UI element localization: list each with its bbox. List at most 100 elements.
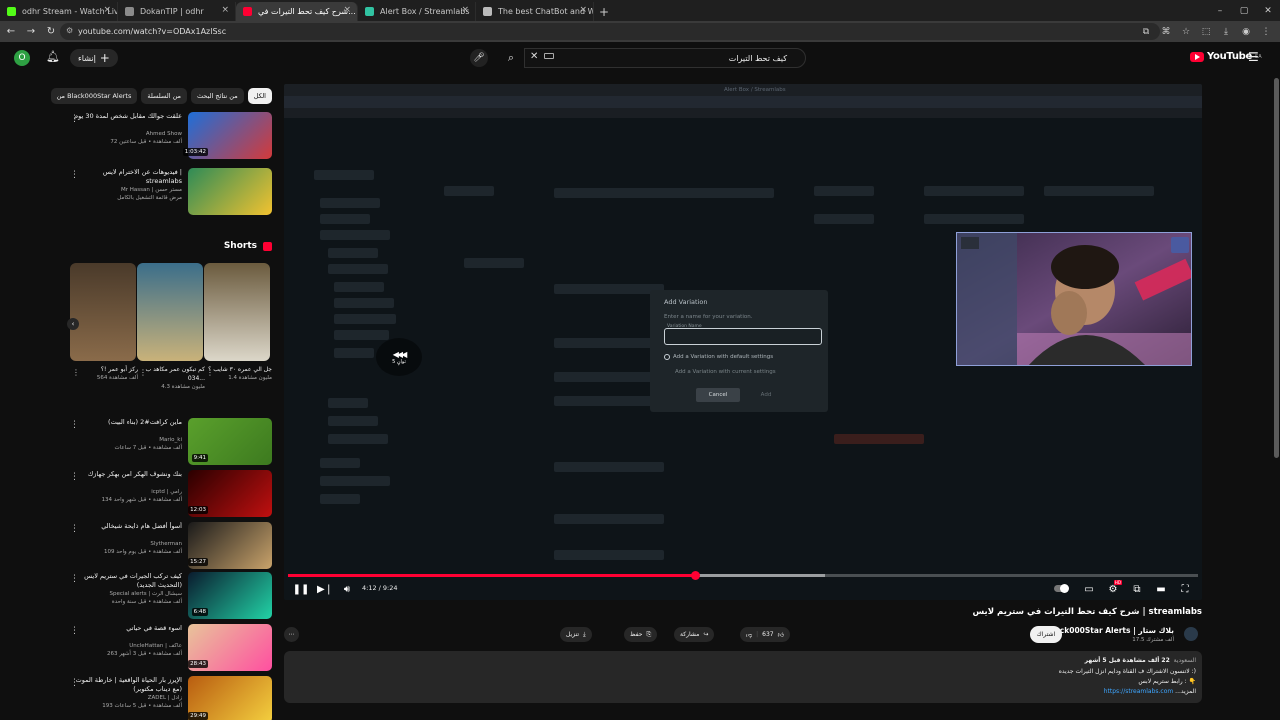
- downloads-icon[interactable]: ⤓: [1218, 23, 1234, 40]
- description-box[interactable]: السعودية 22 ألف مشاهدة قبل 5 أشهر لاتنسو…: [284, 651, 1202, 703]
- guide-menu-icon[interactable]: ☰: [1248, 50, 1259, 64]
- filter-chip[interactable]: من نتائج البحث: [191, 88, 244, 104]
- recommended-video[interactable]: 15:27 أسوأ أفضل هام ذايحة شيخالي Slytherma…: [70, 522, 272, 570]
- tab-close-icon[interactable]: ×: [461, 5, 469, 15]
- settings-gear-icon[interactable]: ⚙ HD: [1106, 580, 1122, 596]
- short-thumbnail[interactable]: [137, 263, 203, 361]
- channel-name[interactable]: Mario_ki: [74, 436, 182, 444]
- tab-close-icon[interactable]: ×: [221, 5, 229, 15]
- channel-name[interactable]: Slytherman: [74, 540, 182, 548]
- video-title[interactable]: بنك ونشوف الهكر امن بهكر جهازك: [74, 470, 182, 479]
- short-thumbnail[interactable]: [70, 263, 136, 361]
- next-icon[interactable]: ▶❘: [317, 582, 333, 596]
- video-title[interactable]: كيف تركب الجيرات في ستريم لايس (التحديث …: [74, 572, 182, 590]
- video-player[interactable]: Alert Box / Streamlabs Add Variation Ent…: [284, 84, 1202, 600]
- menu-dots-icon[interactable]: ⋮: [1258, 23, 1274, 40]
- dislike-icon[interactable]: 👎︎: [746, 631, 752, 639]
- share-button[interactable]: مشاركة ↪: [674, 627, 715, 642]
- notifications-bell-icon[interactable]: 🔔︎: [46, 50, 60, 63]
- video-title[interactable]: علقت جوالك مقابل شخص لمدة 30 يوم: [74, 112, 182, 121]
- maximize-icon[interactable]: ▢: [1232, 0, 1256, 21]
- subscribe-button[interactable]: اشتراك: [1030, 626, 1062, 643]
- more-options-icon[interactable]: ⋮: [139, 368, 147, 377]
- more-options-icon[interactable]: ⋮: [70, 678, 79, 688]
- filter-chip[interactable]: الكل: [247, 88, 272, 104]
- video-title[interactable]: فيديوهات عن الاخترام لايس | streamlabs: [74, 168, 182, 186]
- more-options-icon[interactable]: ⋮: [70, 626, 79, 636]
- channel-name[interactable]: UncleHattan | عاكف: [74, 642, 182, 650]
- more-options-icon[interactable]: ⋮: [70, 472, 79, 482]
- close-window-icon[interactable]: ✕: [1256, 0, 1280, 21]
- site-info-icon[interactable]: ⚙: [66, 26, 73, 35]
- browser-tab[interactable]: Alert Box / Streamlabs ×: [358, 2, 476, 21]
- show-more[interactable]: ...المزيد: [1175, 688, 1196, 695]
- like-icon[interactable]: 👍︎: [778, 631, 784, 639]
- shorts-prev-button[interactable]: ‹: [67, 318, 79, 330]
- install-icon[interactable]: ⧉: [1138, 23, 1154, 40]
- short-thumbnail[interactable]: [204, 263, 270, 361]
- subtitles-icon[interactable]: ▭: [1082, 582, 1096, 596]
- video-title[interactable]: أسوأ أفضل هام ذايحة شيخالي: [74, 522, 182, 531]
- channel-name[interactable]: Mr Hassan | مستر حسن: [74, 186, 182, 194]
- filter-chip[interactable]: من Black000Star Alerts: [50, 88, 138, 104]
- recommended-video[interactable]: 29:49 الإيرز بار الحياة الواقعية | خارطة …: [70, 676, 272, 720]
- progress-bar[interactable]: [288, 571, 1198, 580]
- more-options-icon[interactable]: ⋮: [70, 524, 79, 534]
- minimize-icon[interactable]: –: [1208, 0, 1232, 21]
- more-options-icon[interactable]: ⋮: [70, 574, 79, 584]
- filter-chip[interactable]: من السلسلة: [141, 88, 188, 104]
- save-button[interactable]: حفظ ⎘: [624, 627, 658, 642]
- extensions-icon[interactable]: ⬚: [1198, 23, 1214, 40]
- translate-icon[interactable]: ⌘: [1158, 23, 1174, 40]
- recommended-video[interactable]: 6:48 كيف تركب الجيرات في ستريم لايس (التح…: [70, 572, 272, 620]
- back-icon[interactable]: ←: [2, 23, 20, 41]
- voice-search-icon[interactable]: 🎤︎: [470, 49, 488, 67]
- tab-close-icon[interactable]: ×: [103, 5, 111, 15]
- recommended-video[interactable]: فيديوهات عن الاخترام لايس | streamlabs Mr…: [70, 168, 272, 216]
- create-button[interactable]: إنشاء +: [70, 49, 118, 67]
- browser-tab[interactable]: DokanTIP | odhr ×: [118, 2, 236, 21]
- reload-icon[interactable]: ↻: [42, 23, 60, 41]
- address-bar[interactable]: ⚙ youtube.com/watch?v=ODAx1AzlSsc: [60, 23, 1160, 40]
- scrubber-handle[interactable]: [690, 571, 700, 580]
- video-title[interactable]: الإيرز بار الحياة الواقعية | خارطة الموت…: [74, 676, 182, 694]
- bookmark-star-icon[interactable]: ☆: [1178, 23, 1194, 40]
- more-options-icon[interactable]: ⋮: [206, 368, 214, 377]
- channel-name[interactable]: icptd | رامي: [74, 488, 182, 496]
- theater-mode-icon[interactable]: ▬: [1154, 582, 1168, 596]
- recommended-video[interactable]: 12:03 بنك ونشوف الهكر امن بهكر جهازك icptd…: [70, 470, 272, 518]
- keyboard-icon[interactable]: [544, 53, 554, 59]
- volume-icon[interactable]: 🔊︎: [340, 582, 354, 596]
- clear-search-icon[interactable]: ✕: [530, 51, 538, 62]
- download-button[interactable]: تنزيل ⤓: [560, 627, 592, 642]
- pause-icon[interactable]: ❚❚: [293, 582, 310, 596]
- channel-avatar[interactable]: [1184, 627, 1198, 641]
- more-options-icon[interactable]: ⋮: [70, 170, 79, 180]
- page-scrollbar[interactable]: [1272, 74, 1280, 720]
- more-options-icon[interactable]: ⋮: [70, 114, 79, 124]
- fullscreen-icon[interactable]: ⛶: [1178, 582, 1192, 596]
- recommended-video[interactable]: 1:03:42 علقت جوالك مقابل شخص لمدة 30 يوم A…: [70, 112, 272, 160]
- search-input[interactable]: كيف تحط التيرات: [524, 48, 806, 68]
- tab-close-icon[interactable]: ×: [579, 5, 587, 15]
- browser-tab[interactable]: The best ChatBot and Widget×: [476, 2, 594, 21]
- short-caption[interactable]: جل الي عمره ٣٠ شايب ؟ 1.4 مليون مشاهدة: [206, 365, 272, 383]
- scrollbar-thumb[interactable]: [1274, 78, 1279, 458]
- video-title[interactable]: اسوء قصة في حياتي: [74, 624, 182, 633]
- channel-name[interactable]: Special alerts | سيشال الرت: [74, 590, 183, 598]
- like-dislike-button[interactable]: 👎︎ | 637 👍︎: [740, 627, 790, 642]
- channel-name[interactable]: Ahmed Show: [74, 130, 182, 138]
- autoplay-toggle[interactable]: [1054, 584, 1069, 593]
- new-tab-icon[interactable]: +: [594, 2, 614, 21]
- search-icon[interactable]: ⌕: [500, 48, 522, 68]
- short-caption[interactable]: كم تبكون عمر مكاهد ب 034... 4.3 مليون مشا…: [139, 365, 205, 392]
- more-options-icon[interactable]: ⋮: [70, 420, 79, 430]
- miniplayer-icon[interactable]: ⧉: [1130, 582, 1144, 596]
- browser-tab[interactable]: odhr Stream - Watch Live on K×: [0, 2, 118, 21]
- tab-close-icon[interactable]: ×: [343, 5, 351, 15]
- profile-icon[interactable]: ◉: [1238, 23, 1254, 40]
- video-thumbnail[interactable]: [188, 168, 272, 215]
- desc-link[interactable]: https://streamlabs.com: [1104, 688, 1174, 695]
- more-options-icon[interactable]: ⋮: [72, 368, 80, 377]
- recommended-video[interactable]: 9:41 ماين كرافت#2 (بناء البيت) Mario_ki ألف…: [70, 418, 272, 466]
